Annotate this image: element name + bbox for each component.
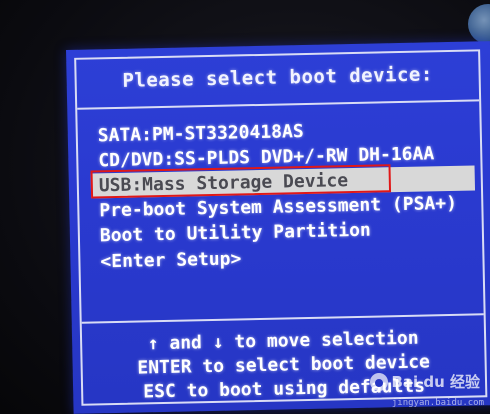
baidu-paw-icon [370,372,389,391]
boot-menu-dialog: Please select boot device: SATA:PM-ST332… [74,49,488,406]
boot-device-usb-label: USB:Mass Storage Device [98,170,349,197]
watermark-brand: Bai du 经验 [391,373,480,391]
bios-screen: Please select boot device: SATA:PM-ST332… [66,41,490,414]
boot-device-list: SATA:PM-ST3320418AS CD/DVD:SS-PLDS DVD+/… [90,115,477,274]
dialog-title-bar: Please select boot device: [76,51,480,110]
photo-scene: Please select boot device: SATA:PM-ST332… [0,0,490,414]
reflection-blob [468,4,490,44]
baidu-watermark: Bai du 经验 [370,371,480,392]
dialog-title: Please select boot device: [122,63,434,92]
watermark-url: jingyan.baidu.com [391,398,484,408]
